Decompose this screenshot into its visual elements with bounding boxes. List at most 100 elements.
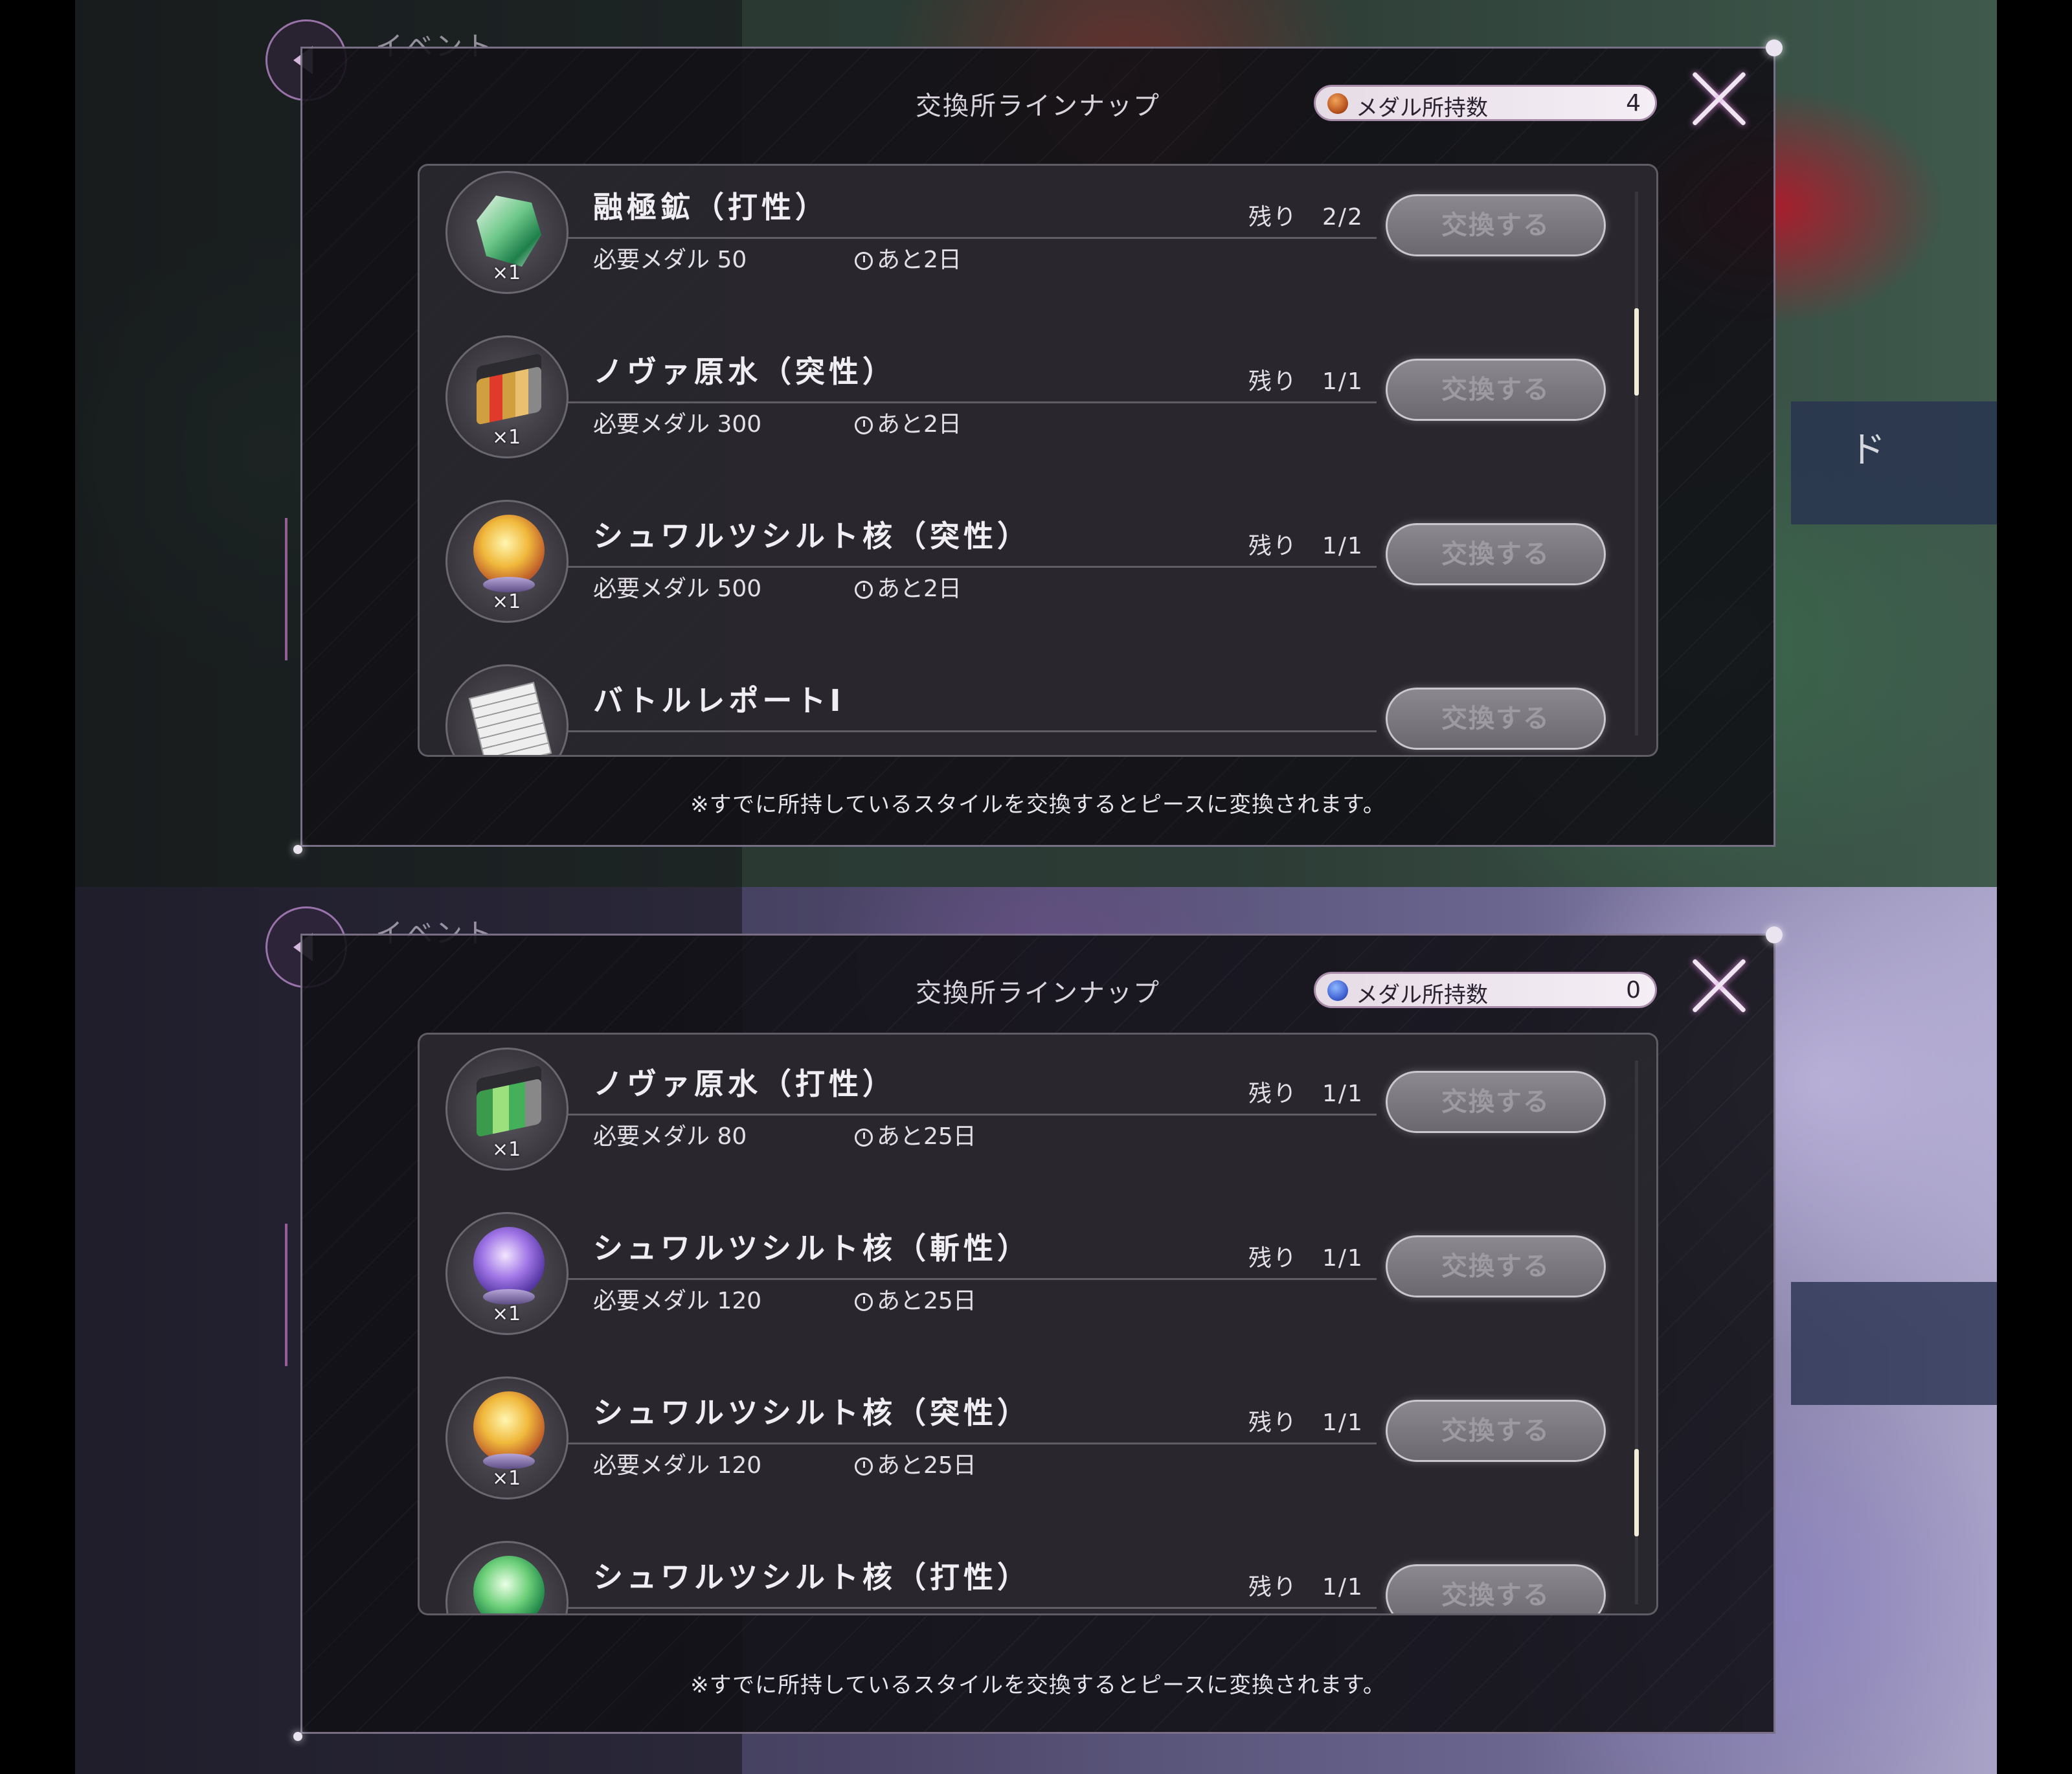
- item-time-left: あと2日: [855, 241, 962, 275]
- item-name: 融極鉱（打性）: [593, 190, 829, 225]
- item-name: ノヴァ原水（打性）: [593, 1066, 896, 1101]
- medal-count-badge: メダル所持数 0: [1314, 972, 1657, 1008]
- list-item: ×1 シュワルツシルト核（突性） 必要メダル 500 あと2日 残り 1/1 交…: [420, 487, 1656, 651]
- clock-icon: [855, 1128, 873, 1147]
- bronze-medal-icon: [1327, 93, 1348, 114]
- side-bracket: [285, 518, 287, 660]
- item-cost: 必要メダル 120: [593, 1452, 762, 1479]
- item-name: シュワルツシルト核（突性）: [593, 519, 1031, 554]
- time-left-text: あと2日: [877, 411, 962, 438]
- item-remaining: 残り 1/1: [1248, 1245, 1364, 1272]
- item-remaining: 残り 1/1: [1248, 1409, 1364, 1436]
- item-quantity: ×1: [492, 590, 521, 613]
- item-remaining: 残り 2/2: [1248, 204, 1364, 230]
- list-item: ×1 シュワルツシルト核（斬性） 必要メダル 120 あと25日 残り 1/1 …: [420, 1199, 1656, 1364]
- corner-dot: [293, 1732, 302, 1741]
- item-quantity: ×1: [492, 426, 521, 449]
- clock-icon: [855, 581, 873, 599]
- list-item: ×1 融極鉱（打性） 必要メダル 50 あと2日 残り 2/2 交換する: [420, 166, 1656, 322]
- item-name: シュワルツシルト核（打性）: [593, 1560, 1031, 1595]
- item-name: シュワルツシルト核（斬性）: [593, 1231, 1031, 1266]
- item-quantity: ×1: [492, 1138, 521, 1161]
- item-cost: 必要メダル 50: [593, 247, 747, 273]
- item-list[interactable]: ×1 融極鉱（打性） 必要メダル 50 あと2日 残り 2/2 交換する ×1 …: [418, 164, 1658, 757]
- row-divider: [554, 566, 1377, 568]
- corner-dot: [1766, 39, 1783, 56]
- list-item: ×1 ノヴァ原水（打性） 必要メダル 80 あと25日 残り 1/1 交換する: [420, 1035, 1656, 1199]
- medal-count-value: 4: [1626, 90, 1641, 117]
- clock-icon: [855, 1457, 873, 1476]
- background-band: [1791, 1282, 1997, 1405]
- exchange-button[interactable]: 交換する: [1386, 359, 1606, 421]
- clock-icon: [855, 1293, 873, 1311]
- item-time-left: あと25日: [855, 1117, 976, 1151]
- exchange-dialog: 交換所ラインナップ メダル所持数 0 ×1 ノヴァ原水（打性） 必要メダル 80…: [293, 926, 1783, 1741]
- background-band: [1791, 401, 1997, 524]
- item-time-left: あと25日: [855, 1282, 976, 1316]
- list-item: バトルレポートⅠ 交換する: [420, 651, 1656, 755]
- exchange-note: ※すでに所持しているスタイルを交換するとピースに変換されます。: [690, 792, 1386, 818]
- time-left-text: あと2日: [877, 247, 962, 273]
- blue-medal-icon: [1327, 980, 1348, 1001]
- item-cost: 必要メダル 500: [593, 576, 762, 602]
- exchange-button[interactable]: 交換する: [1386, 1071, 1606, 1133]
- row-divider: [554, 1278, 1377, 1280]
- item-remaining: 残り 1/1: [1248, 1081, 1364, 1107]
- medal-count-label: メダル所持数: [1356, 95, 1488, 121]
- list-item: ×1 ノヴァ原水（突性） 必要メダル 300 あと2日 残り 1/1 交換する: [420, 322, 1656, 487]
- item-time-left: あと2日: [855, 570, 962, 603]
- background-text: ド: [1849, 429, 1886, 471]
- item-cost: 必要メダル 120: [593, 1288, 762, 1314]
- item-time-left: あと2日: [855, 405, 962, 439]
- battle-report-icon: [445, 664, 569, 755]
- clock-icon: [855, 252, 873, 270]
- row-divider: [554, 237, 1377, 239]
- row-divider: [554, 1607, 1377, 1609]
- item-quantity: ×1: [492, 1303, 521, 1325]
- time-left-text: あと2日: [877, 576, 962, 602]
- exchange-button[interactable]: 交換する: [1386, 523, 1606, 585]
- row-divider: [554, 1443, 1377, 1444]
- item-remaining: 残り 1/1: [1248, 533, 1364, 559]
- close-icon[interactable]: [1687, 67, 1751, 131]
- list-item: シュワルツシルト核（打性） 残り 1/1 交換する: [420, 1528, 1656, 1613]
- item-quantity: ×1: [492, 1467, 521, 1490]
- row-divider: [554, 730, 1377, 732]
- item-name: ノヴァ原水（突性）: [593, 354, 896, 389]
- side-bracket: [285, 1224, 287, 1366]
- item-cost: 必要メダル 80: [593, 1123, 747, 1150]
- row-divider: [554, 401, 1377, 403]
- item-remaining: 残り 1/1: [1248, 368, 1364, 395]
- exchange-note: ※すでに所持しているスタイルを交換するとピースに変換されます。: [690, 1672, 1386, 1698]
- item-name: バトルレポートⅠ: [593, 683, 845, 718]
- clock-icon: [855, 416, 873, 434]
- exchange-button[interactable]: 交換する: [1386, 1400, 1606, 1462]
- dialog-title: 交換所ラインナップ: [916, 978, 1160, 1008]
- exchange-button[interactable]: 交換する: [1386, 194, 1606, 256]
- time-left-text: あと25日: [877, 1123, 976, 1150]
- list-item: ×1 シュワルツシルト核（突性） 必要メダル 120 あと25日 残り 1/1 …: [420, 1364, 1656, 1528]
- screenshot-top: ド イベント 交換所ラインナップ メダル所持数 4 ×1 融極鉱（打性） 必要メ…: [0, 0, 2072, 887]
- item-remaining: 残り 1/1: [1248, 1574, 1364, 1600]
- medal-count-value: 0: [1626, 977, 1641, 1004]
- medal-count-label: メダル所持数: [1356, 982, 1488, 1008]
- item-quantity: ×1: [492, 262, 521, 284]
- dialog-title: 交換所ラインナップ: [916, 91, 1160, 121]
- item-list[interactable]: ×1 ノヴァ原水（打性） 必要メダル 80 あと25日 残り 1/1 交換する …: [418, 1033, 1658, 1615]
- exchange-button[interactable]: 交換する: [1386, 1564, 1606, 1613]
- time-left-text: あと25日: [877, 1288, 976, 1314]
- time-left-text: あと25日: [877, 1452, 976, 1479]
- row-divider: [554, 1114, 1377, 1116]
- exchange-dialog: 交換所ラインナップ メダル所持数 4 ×1 融極鉱（打性） 必要メダル 50 あ…: [293, 39, 1783, 854]
- exchange-button[interactable]: 交換する: [1386, 688, 1606, 750]
- green-orb-icon: [445, 1541, 569, 1613]
- item-cost: 必要メダル 300: [593, 411, 762, 438]
- corner-dot: [1766, 926, 1783, 943]
- item-name: シュワルツシルト核（突性）: [593, 1395, 1031, 1430]
- close-icon[interactable]: [1687, 954, 1751, 1018]
- medal-count-badge: メダル所持数 4: [1314, 85, 1657, 121]
- screenshot-bottom: イベント 交換所ラインナップ メダル所持数 0 ×1 ノヴァ原水（打性） 必要メ…: [0, 887, 2072, 1774]
- corner-dot: [293, 845, 302, 854]
- item-time-left: あと25日: [855, 1446, 976, 1480]
- exchange-button[interactable]: 交換する: [1386, 1235, 1606, 1297]
